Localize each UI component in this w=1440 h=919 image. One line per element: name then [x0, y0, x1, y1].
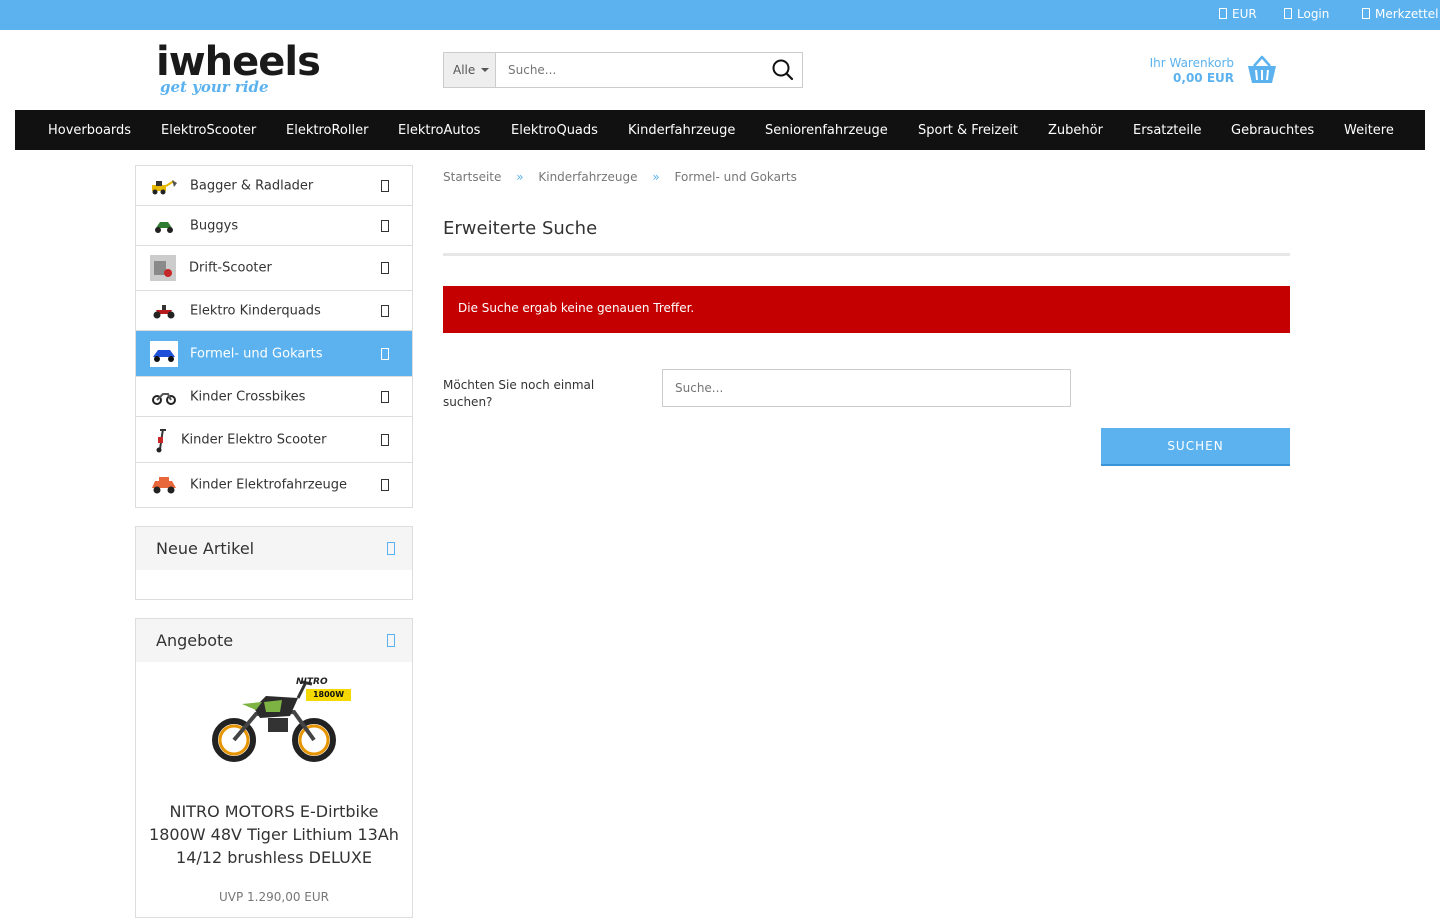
- category-item-kinder-elektrofahrzeuge[interactable]: Kinder Elektrofahrzeuge: [136, 463, 412, 507]
- chevron-right-icon: [381, 179, 389, 192]
- new-articles-header[interactable]: Neue Artikel: [136, 527, 412, 570]
- offers-title: Angebote: [156, 631, 234, 650]
- cart-total: 0,00 EUR: [1173, 71, 1234, 85]
- search-category-label: Alle: [453, 63, 476, 77]
- search-icon: [772, 59, 794, 81]
- logo-wordmark: iwheels: [156, 39, 321, 85]
- nitro-badge: NITRO: [296, 677, 328, 687]
- chevron-right-icon: [381, 433, 389, 446]
- category-list: Bagger & Radlader Buggys Drift-Scooter E…: [135, 165, 413, 508]
- top-bar: EUR Login Merkzettel: [0, 0, 1440, 30]
- toggle-icon: [387, 634, 395, 647]
- search-submit-button[interactable]: [764, 53, 802, 87]
- category-item-formel-gokarts[interactable]: Formel- und Gokarts: [136, 331, 412, 377]
- gokart-thumbnail: [150, 340, 178, 367]
- currency-label: EUR: [1232, 7, 1257, 21]
- buggy-thumbnail: [155, 221, 173, 233]
- nav-item-elektroquads[interactable]: ElektroQuads: [511, 123, 598, 138]
- category-label: Buggys: [190, 218, 239, 233]
- category-label: Kinder Crossbikes: [190, 389, 306, 404]
- breadcrumb: Startseite » Kinderfahrzeuge » Formel- u…: [443, 170, 797, 184]
- nav-item-elektroautos[interactable]: ElektroAutos: [398, 123, 480, 138]
- wishlist-link[interactable]: Merkzettel: [1362, 7, 1438, 21]
- category-item-drift-scooter[interactable]: Drift-Scooter: [136, 246, 412, 291]
- caret-down-icon: [481, 68, 490, 72]
- offer-product[interactable]: NITRO 1800W NITRO MOTORS E-Dirtbike 1800…: [136, 662, 412, 919]
- nav-item-elektroroller[interactable]: ElektroRoller: [286, 123, 368, 138]
- new-articles-title: Neue Artikel: [156, 539, 255, 558]
- nav-item-kinderfahrzeuge[interactable]: Kinderfahrzeuge: [628, 123, 735, 138]
- chevron-right-icon: [381, 479, 389, 491]
- power-badge: 1800W: [306, 689, 351, 701]
- header-search: Alle: [443, 52, 803, 88]
- nav-item-elektroscooter[interactable]: ElektroScooter: [161, 123, 256, 138]
- wishlist-label: Merkzettel: [1375, 7, 1439, 21]
- chevron-right-icon: [381, 304, 389, 317]
- quad-thumbnail: [153, 304, 175, 318]
- category-label: Bagger & Radlader: [190, 178, 314, 193]
- category-label: Elektro Kinderquads: [190, 303, 321, 318]
- search-button[interactable]: SUCHEN: [1101, 428, 1290, 466]
- user-icon: [1284, 8, 1292, 19]
- breadcrumb-separator: »: [652, 170, 660, 184]
- category-label: Drift-Scooter: [189, 260, 272, 276]
- category-label: Formel- und Gokarts: [190, 346, 323, 361]
- cart-widget[interactable]: Ihr Warenkorb 0,00 EUR: [1078, 55, 1278, 89]
- breadcrumb-item[interactable]: Formel- und Gokarts: [675, 170, 797, 184]
- login-link[interactable]: Login: [1284, 7, 1329, 21]
- heart-icon: [1362, 8, 1370, 19]
- sidebar: Bagger & Radlader Buggys Drift-Scooter E…: [135, 165, 413, 918]
- category-label: Kinder Elektro Scooter: [181, 432, 327, 447]
- login-label: Login: [1297, 7, 1330, 21]
- advanced-search-input[interactable]: [662, 369, 1071, 407]
- toggle-icon: [387, 542, 395, 555]
- chevron-right-icon: [381, 219, 389, 232]
- header-search-input[interactable]: [496, 53, 764, 87]
- cart-label: Ihr Warenkorb: [1149, 56, 1234, 70]
- search-again-label: Möchten Sie noch einmal suchen?: [443, 378, 595, 409]
- nav-item-ersatzteile[interactable]: Ersatzteile: [1133, 123, 1202, 138]
- category-label: Kinder Elektrofahrzeuge: [190, 477, 348, 493]
- new-articles-panel: Neue Artikel: [135, 526, 413, 600]
- breadcrumb-item[interactable]: Kinderfahrzeuge: [538, 170, 637, 184]
- nav-item-weitere[interactable]: Weitere: [1344, 123, 1394, 138]
- no-results-alert: Die Suche ergab keine genauen Treffer.: [443, 286, 1290, 333]
- basket-icon: [1248, 55, 1276, 83]
- nav-item-hoverboards[interactable]: Hoverboards: [48, 123, 131, 138]
- offers-panel: Angebote NITRO 1800W NITRO MOTORS E-Dirt…: [135, 618, 413, 918]
- kick-scooter-thumbnail: [156, 428, 166, 452]
- breadcrumb-separator: »: [516, 170, 524, 184]
- breadcrumb-item[interactable]: Startseite: [443, 170, 501, 184]
- nav-item-gebrauchtes[interactable]: Gebrauchtes: [1231, 123, 1314, 138]
- offer-product-price: UVP 1.290,00 EUR: [219, 890, 329, 904]
- chevron-right-icon: [381, 347, 389, 360]
- main-navigation: Hoverboards ElektroScooter ElektroRoller…: [15, 110, 1425, 150]
- chevron-right-icon: [381, 262, 389, 274]
- nav-item-sport-freizeit[interactable]: Sport & Freizeit: [918, 123, 1018, 138]
- title-divider: [443, 253, 1290, 256]
- page-title: Erweiterte Suche: [443, 218, 598, 239]
- drift-scooter-thumbnail: [150, 255, 176, 281]
- logo[interactable]: iwheels get your ride: [156, 39, 390, 97]
- nav-item-zubehoer[interactable]: Zubehör: [1048, 123, 1103, 138]
- category-item-buggys[interactable]: Buggys: [136, 206, 412, 246]
- category-item-bagger-radlader[interactable]: Bagger & Radlader: [136, 166, 412, 206]
- nav-item-seniorenfahrzeuge[interactable]: Seniorenfahrzeuge: [765, 123, 888, 138]
- category-item-elektro-kinderquads[interactable]: Elektro Kinderquads: [136, 291, 412, 331]
- category-item-kinder-elektro-scooter[interactable]: Kinder Elektro Scooter: [136, 417, 412, 463]
- category-item-kinder-crossbikes[interactable]: Kinder Crossbikes: [136, 377, 412, 417]
- currency-selector[interactable]: EUR: [1219, 7, 1257, 21]
- chevron-right-icon: [381, 390, 389, 403]
- currency-icon: [1219, 8, 1227, 19]
- kids-car-thumbnail: [152, 477, 176, 494]
- offer-product-title[interactable]: NITRO MOTORS E-Dirtbike 1800W 48V Tiger …: [148, 800, 400, 869]
- search-category-dropdown[interactable]: Alle: [444, 53, 496, 87]
- offers-header[interactable]: Angebote: [136, 619, 412, 662]
- crossbike-thumbnail: [152, 392, 176, 405]
- excavator-thumbnail: [152, 179, 177, 194]
